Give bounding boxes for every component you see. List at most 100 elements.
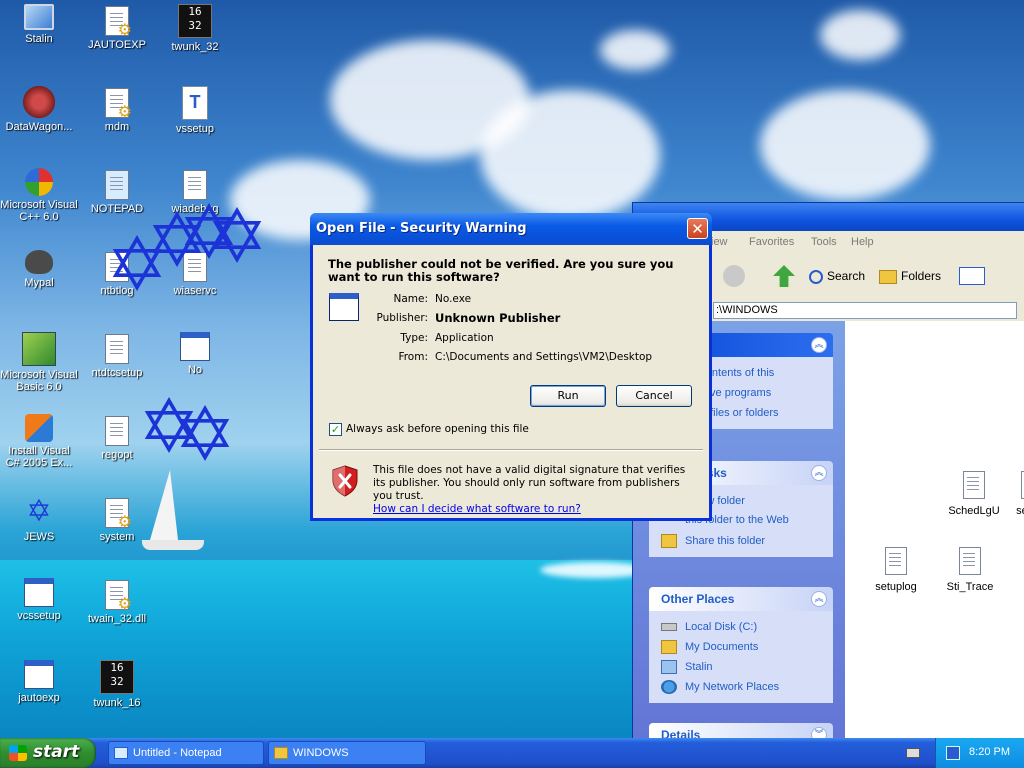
visual-cpp-icon <box>25 168 53 196</box>
desktop-icon-mdm[interactable]: mdm <box>78 86 156 133</box>
folder-icon <box>879 269 897 284</box>
desktop-icon-visual-basic[interactable]: Microsoft Visual Basic 6.0 <box>0 332 78 393</box>
text-document-icon <box>885 547 907 575</box>
file-label: Sti_Trace <box>946 581 994 593</box>
start-label: start <box>33 742 80 762</box>
place-label: My Documents <box>685 641 759 653</box>
my-documents-icon <box>661 640 677 654</box>
run-button[interactable]: Run <box>530 385 606 407</box>
file-item[interactable]: Sti_Trace <box>935 547 1005 593</box>
desktop-icon-ntdtcsetup[interactable]: ntdtcsetup <box>78 332 156 379</box>
config-file-icon <box>105 88 132 119</box>
help-link[interactable]: How can I decide what software to run? <box>373 503 581 515</box>
desktop-icon-twain-dll[interactable]: twain_32.dll <box>78 578 156 625</box>
always-ask-checkbox[interactable]: ✓ <box>329 423 342 436</box>
desktop-icon-label: Stalin <box>25 33 53 45</box>
views-icon[interactable] <box>959 267 985 285</box>
my-computer-icon <box>661 660 677 674</box>
desktop-icon-jews[interactable]: ✡ JEWS <box>0 496 78 544</box>
from-label: From: <box>398 351 428 363</box>
desktop-icon-label: vcssetup <box>17 610 61 622</box>
place-my-documents[interactable]: My Documents <box>661 637 825 657</box>
collapse-icon[interactable]: ︽ <box>811 337 827 353</box>
menu-favorites[interactable]: Favorites <box>749 236 794 248</box>
star-icon: ✡ <box>206 194 269 280</box>
desktop-icon-jautoexp[interactable]: JAUTOEXP <box>78 4 156 51</box>
drive-icon <box>661 623 677 631</box>
type-value: Application <box>435 332 494 344</box>
place-stalin[interactable]: Stalin <box>661 657 825 677</box>
place-local-disk[interactable]: Local Disk (C:) <box>661 617 825 637</box>
menu-view[interactable]: iew <box>711 236 728 248</box>
place-network[interactable]: My Network Places <box>661 677 825 697</box>
menu-help[interactable]: Help <box>851 236 874 248</box>
16-32-app-icon: 16 32 <box>100 660 134 694</box>
folders-button[interactable]: Folders <box>879 265 941 287</box>
desktop-icon-label: ntdtcsetup <box>91 367 143 379</box>
cancel-button[interactable]: Cancel <box>616 385 692 407</box>
desktop-icon-stalin[interactable]: Stalin <box>0 4 78 45</box>
desktop-icon-twunk-16[interactable]: 16 32 twunk_16 <box>78 660 156 709</box>
clock[interactable]: 8:20 PM <box>969 746 1010 758</box>
windows-logo-icon <box>9 745 27 761</box>
share-folder-icon <box>661 534 677 548</box>
other-places-panel: Other Places ︽ Local Disk (C:) My Docume… <box>649 587 833 703</box>
dialog-title: Open File - Security Warning <box>316 221 527 236</box>
desktop-icon-notepad[interactable]: NOTEPAD <box>78 168 156 215</box>
address-input[interactable]: :\WINDOWS <box>713 302 1017 319</box>
collapse-icon[interactable]: ︽ <box>811 591 827 607</box>
panel-title: Other Places <box>661 592 735 606</box>
desktop-icon-vssetup[interactable]: T vssetup <box>156 86 234 135</box>
dialog-title-bar[interactable]: Open File - Security Warning ✕ <box>310 213 712 245</box>
desktop-icon-visual-csharp[interactable]: Install Visual C# 2005 Ex... <box>0 414 78 469</box>
publisher-value: Unknown Publisher <box>435 311 561 325</box>
desktop-icon-jautoexp-ini[interactable]: jautoexp <box>0 660 78 704</box>
file-item[interactable]: setuplog <box>861 547 931 593</box>
desktop-icon-vcssetup[interactable]: vcssetup <box>0 578 78 622</box>
config-file-icon <box>105 6 132 37</box>
folders-label: Folders <box>901 269 942 283</box>
warning-message: This file does not have a valid digital … <box>373 464 693 516</box>
file-list-pane: SchedLgU sessm setuplog Sti_Trace <box>845 321 1024 739</box>
network-icon[interactable] <box>946 746 960 760</box>
desktop-icon-label: JAUTOEXP <box>88 39 146 51</box>
cloud <box>480 90 660 220</box>
security-shield-icon <box>332 465 358 497</box>
desktop-icon-datawagon[interactable]: DataWagon... <box>0 86 78 133</box>
start-button[interactable]: start <box>0 738 96 768</box>
ini-file-icon <box>24 660 54 689</box>
desktop-icon-no[interactable]: No <box>156 332 234 376</box>
other-places-header[interactable]: Other Places ︽ <box>649 587 833 611</box>
search-label: Search <box>827 269 866 283</box>
keyboard-icon[interactable] <box>906 748 920 758</box>
dialog-question: The publisher could not be verified. Are… <box>328 257 674 284</box>
menu-tools[interactable]: Tools <box>811 236 837 248</box>
desktop-icon-label: mdm <box>104 121 130 133</box>
up-folder-icon[interactable] <box>773 265 795 287</box>
desktop-icon-system[interactable]: system <box>78 496 156 543</box>
desktop-icon-label: vssetup <box>176 123 214 135</box>
forward-icon[interactable] <box>723 265 745 287</box>
collapse-icon[interactable]: ︽ <box>811 465 827 481</box>
setup-icon <box>24 578 54 607</box>
panel-body: Local Disk (C:) My Documents Stalin My N… <box>649 611 833 703</box>
security-warning-dialog[interactable]: Open File - Security Warning ✕ The publi… <box>310 213 712 521</box>
config-file-icon <box>105 498 132 529</box>
16-32-app-icon: 16 32 <box>178 4 212 38</box>
taskbar-item-notepad[interactable]: Untitled - Notepad <box>108 741 264 765</box>
desktop-icon-label: jautoexp <box>18 692 60 704</box>
desktop-icon-mypal[interactable]: Mypal <box>0 250 78 289</box>
always-ask-label[interactable]: Always ask before opening this file <box>346 423 529 435</box>
close-button[interactable]: ✕ <box>687 218 708 239</box>
task-link-share[interactable]: Share this folder <box>661 531 825 551</box>
search-button[interactable]: Search <box>809 265 865 287</box>
cloud <box>600 30 670 70</box>
text-document-icon <box>959 547 981 575</box>
taskbar-item-windows[interactable]: WINDOWS <box>268 741 426 765</box>
desktop-icon-label: twain_32.dll <box>87 613 147 625</box>
file-item[interactable]: sessm <box>997 471 1024 517</box>
desktop-icon-label: DataWagon... <box>5 121 73 133</box>
from-value: C:\Documents and Settings\VM2\Desktop <box>435 351 653 363</box>
desktop-icon-visual-cpp[interactable]: Microsoft Visual C++ 6.0 <box>0 168 78 223</box>
desktop-icon-twunk-32[interactable]: 16 32 twunk_32 <box>156 4 234 53</box>
